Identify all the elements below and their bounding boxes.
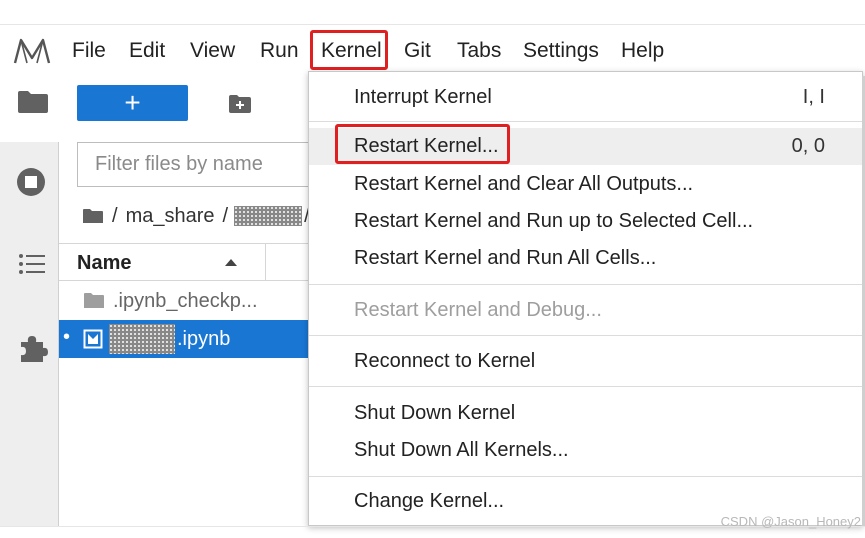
menu-item-shut-down-all-kernels[interactable]: Shut Down All Kernels... — [309, 432, 862, 469]
menu-separator — [309, 284, 862, 285]
column-separator[interactable] — [265, 244, 266, 280]
breadcrumb-home-folder-icon[interactable] — [82, 208, 104, 224]
list-item-checkpoints-folder[interactable]: .ipynb_checkp... — [59, 282, 317, 320]
menu-item-restart-clear-outputs[interactable]: Restart Kernel and Clear All Outputs... — [309, 166, 862, 203]
menu-item-label: Interrupt Kernel — [354, 86, 492, 108]
menu-separator — [309, 335, 862, 336]
jupyter-logo-icon — [13, 38, 51, 64]
menu-item-label: Restart Kernel and Run All Cells... — [354, 247, 657, 269]
menu-item-label: Shut Down Kernel — [354, 402, 516, 424]
menu-item-label: Shut Down All Kernels... — [354, 439, 569, 461]
running-stop-icon[interactable] — [15, 166, 47, 198]
menu-separator — [309, 121, 862, 122]
menu-settings[interactable]: Settings — [523, 38, 599, 64]
list-item-notebook-selected[interactable]: • .ipynb — [59, 320, 317, 358]
watermark: CSDN @Jason_Honey2 — [720, 514, 861, 529]
running-indicator-dot: • — [63, 326, 71, 348]
menu-item-shortcut: 0, 0 — [791, 135, 825, 157]
breadcrumb-separator: / — [112, 205, 118, 227]
menu-file[interactable]: File — [72, 38, 106, 64]
file-name: .ipynb — [177, 328, 231, 350]
menu-item-label: Restart Kernel and Debug... — [354, 299, 602, 321]
folder-icon[interactable] — [17, 90, 49, 114]
new-folder-icon[interactable] — [228, 94, 252, 114]
breadcrumb: / ma_share / / — [82, 202, 310, 230]
menu-item-restart-run-all[interactable]: Restart Kernel and Run All Cells... — [309, 240, 862, 277]
menu-separator — [309, 476, 862, 477]
menu-item-interrupt-kernel[interactable]: Interrupt Kernel I, I — [309, 79, 862, 116]
restart-kernel-highlight-box — [335, 124, 510, 164]
menu-edit[interactable]: Edit — [129, 38, 165, 64]
column-header-name[interactable]: Name — [77, 252, 131, 275]
menu-item-reconnect-kernel[interactable]: Reconnect to Kernel — [309, 343, 862, 380]
menu-help[interactable]: Help — [621, 38, 664, 64]
top-border — [0, 24, 865, 25]
menu-item-label: Change Kernel... — [354, 490, 505, 512]
menu-view[interactable]: View — [190, 38, 235, 64]
menu-item-shortcut: I, I — [802, 86, 825, 108]
redacted-file-name — [109, 324, 175, 354]
breadcrumb-item-ma-share[interactable]: ma_share — [126, 202, 215, 230]
menu-run[interactable]: Run — [260, 38, 299, 64]
kernel-menu-highlight-box — [310, 30, 388, 70]
file-list-header: Name — [59, 243, 317, 281]
new-launcher-button[interactable]: + — [77, 85, 188, 121]
notebook-icon — [83, 329, 103, 349]
table-of-contents-icon[interactable] — [18, 253, 46, 275]
filter-files-input-box[interactable] — [77, 142, 317, 187]
menu-git[interactable]: Git — [404, 38, 431, 64]
folder-icon — [84, 293, 104, 308]
menu-separator — [309, 386, 862, 387]
file-name: .ipynb_checkp... — [113, 290, 258, 312]
redacted-folder-name — [234, 206, 303, 226]
extension-puzzle-icon[interactable] — [18, 333, 48, 363]
menu-item-shut-down-kernel[interactable]: Shut Down Kernel — [309, 395, 862, 432]
menu-item-label: Reconnect to Kernel — [354, 350, 536, 372]
menu-item-label: Restart Kernel and Clear All Outputs... — [354, 173, 694, 195]
filter-files-input[interactable] — [93, 143, 317, 186]
menu-item-restart-run-to-selected[interactable]: Restart Kernel and Run up to Selected Ce… — [309, 203, 862, 240]
breadcrumb-separator: / — [222, 205, 229, 227]
menu-item-label: Restart Kernel and Run up to Selected Ce… — [354, 210, 754, 232]
menu-tabs[interactable]: Tabs — [457, 38, 501, 64]
sort-ascending-icon[interactable] — [225, 259, 237, 266]
menu-item-restart-debug: Restart Kernel and Debug... — [309, 292, 862, 329]
